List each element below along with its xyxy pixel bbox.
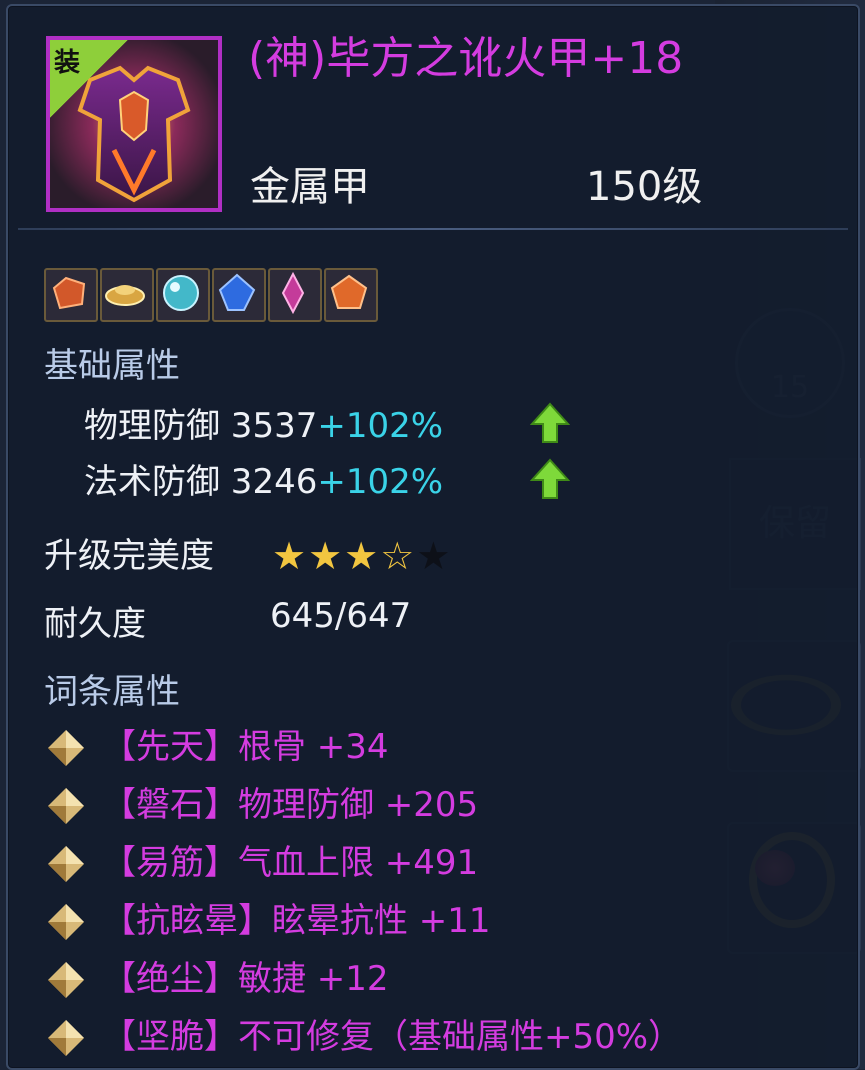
star-filled-icon: ★ [308, 534, 345, 578]
gem-slot-1[interactable] [44, 268, 98, 322]
diamond-bullet-icon [48, 962, 84, 998]
up-arrow-icon [530, 402, 570, 443]
item-type: 金属甲 [250, 164, 370, 210]
diamond-bullet-icon [48, 788, 84, 824]
star-filled-icon: ★ [272, 534, 309, 578]
header-divider [18, 228, 848, 230]
diamond-bullet-icon [48, 1020, 84, 1056]
affix-text: 【先天】根骨 +34 [102, 727, 389, 767]
diamond-bullet-icon [48, 904, 84, 940]
perfection-stars: ★★★☆★ [272, 534, 452, 578]
durability-label: 耐久度 [44, 604, 146, 644]
item-name: (神)毕方之讹火甲+18 [248, 33, 684, 84]
item-tooltip: 装 (神)毕方之讹火甲+18 金属甲 150级 基础属性 物理防御 3537+1… [6, 4, 860, 1070]
stat-row-physical-defense: 物理防御 3537+102% [84, 398, 443, 447]
item-level: 150级 [586, 164, 703, 210]
teal-orb-icon [163, 275, 199, 311]
stat-bonus: +102% [317, 462, 444, 502]
affix-text: 【易筋】气血上限 +491 [102, 843, 479, 883]
base-attributes-title: 基础属性 [44, 346, 180, 386]
stat-bonus: +102% [317, 406, 444, 446]
affix-text: 【磐石】物理防御 +205 [102, 785, 479, 825]
pink-crystal-icon [281, 271, 305, 315]
gem-slot-3[interactable] [156, 268, 210, 322]
affix-attributes-title: 词条属性 [44, 672, 180, 712]
gem-slot-6[interactable] [324, 268, 378, 322]
gold-ingot-icon [105, 285, 145, 306]
orange-gem-icon [52, 276, 86, 310]
stat-label: 物理防御 3537 [84, 406, 318, 446]
diamond-bullet-icon [48, 846, 84, 882]
affix-text: 【坚脆】不可修复（基础属性+50%） [102, 1017, 683, 1057]
equip-badge: 装 [50, 40, 128, 118]
perfection-label: 升级完美度 [44, 536, 214, 576]
gem-slot-4[interactable] [212, 268, 266, 322]
stat-label: 法术防御 3246 [84, 462, 318, 502]
star-outline-icon: ☆ [380, 534, 417, 578]
item-icon: 装 [46, 36, 222, 212]
affix-text: 【绝尘】敏捷 +12 [102, 959, 389, 999]
gem-slot-2[interactable] [100, 268, 154, 322]
stat-row-magic-defense: 法术防御 3246+102% [84, 454, 443, 503]
gem-slot-5[interactable] [268, 268, 322, 322]
star-filled-icon: ★ [344, 534, 381, 578]
durability-value: 645/647 [270, 596, 412, 636]
star-dark-icon: ★ [416, 534, 453, 578]
orange-pentagon-icon [330, 274, 368, 309]
equip-badge-label: 装 [54, 48, 81, 78]
up-arrow-icon [530, 458, 570, 499]
diamond-bullet-icon [48, 730, 84, 766]
blue-crystal-icon [218, 273, 256, 311]
affix-text: 【抗眩晕】眩晕抗性 +11 [102, 901, 491, 941]
